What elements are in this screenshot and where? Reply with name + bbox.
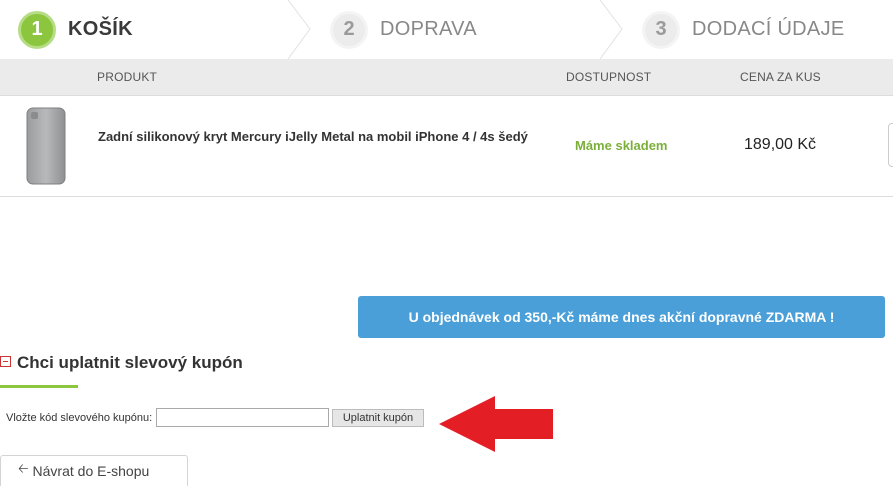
red-arrow-left-icon bbox=[439, 396, 553, 452]
header-unit-price: CENA ZA KUS bbox=[740, 70, 821, 84]
step-number: 2 bbox=[330, 10, 368, 49]
coupon-section-title[interactable]: Chci uplatnit slevový kupón bbox=[17, 353, 243, 373]
back-to-shop-label: Návrat do E-shopu bbox=[32, 463, 150, 479]
cart-table-header: PRODUKT DOSTUPNOST CENA ZA KUS bbox=[0, 59, 893, 96]
coupon-title-underline bbox=[0, 385, 78, 388]
coupon-field-label: Vložte kód slevového kupónu: bbox=[6, 412, 153, 424]
arrow-left-icon: 🡠 bbox=[18, 461, 29, 476]
step-label: DOPRAVA bbox=[380, 18, 477, 40]
unit-price: 189,00 Kč bbox=[744, 136, 817, 153]
free-shipping-banner: U objednávek od 350,-Kč máme dnes akční … bbox=[358, 296, 885, 338]
step-separator-icon bbox=[599, 0, 623, 59]
apply-coupon-button[interactable]: Uplatnit kupón bbox=[332, 409, 424, 427]
product-image[interactable] bbox=[26, 107, 66, 185]
back-to-shop-button[interactable]: 🡠 Návrat do E-shopu bbox=[0, 455, 188, 486]
collapse-minus-icon[interactable] bbox=[0, 356, 11, 367]
step-number: 3 bbox=[642, 10, 680, 49]
step-separator-icon bbox=[287, 0, 311, 59]
step-shipping[interactable]: 2 DOPRAVA bbox=[330, 0, 477, 59]
checkout-steps: 1 KOŠÍK 2 DOPRAVA 3 DODACÍ ÚDAJE bbox=[0, 0, 893, 59]
header-availability: DOSTUPNOST bbox=[566, 70, 652, 84]
quantity-field[interactable] bbox=[888, 123, 893, 167]
header-product: PRODUKT bbox=[97, 70, 158, 84]
table-row: Zadní silikonový kryt Mercury iJelly Met… bbox=[0, 96, 893, 197]
step-cart[interactable]: 1 KOŠÍK bbox=[18, 0, 133, 59]
availability-status: Máme skladem bbox=[575, 138, 668, 153]
step-label: DODACÍ ÚDAJE bbox=[692, 18, 845, 40]
step-delivery-details[interactable]: 3 DODACÍ ÚDAJE bbox=[642, 0, 845, 59]
product-name[interactable]: Zadní silikonový kryt Mercury iJelly Met… bbox=[98, 128, 548, 146]
step-number: 1 bbox=[18, 10, 56, 49]
step-label: KOŠÍK bbox=[68, 18, 133, 40]
coupon-code-input[interactable] bbox=[156, 408, 329, 427]
